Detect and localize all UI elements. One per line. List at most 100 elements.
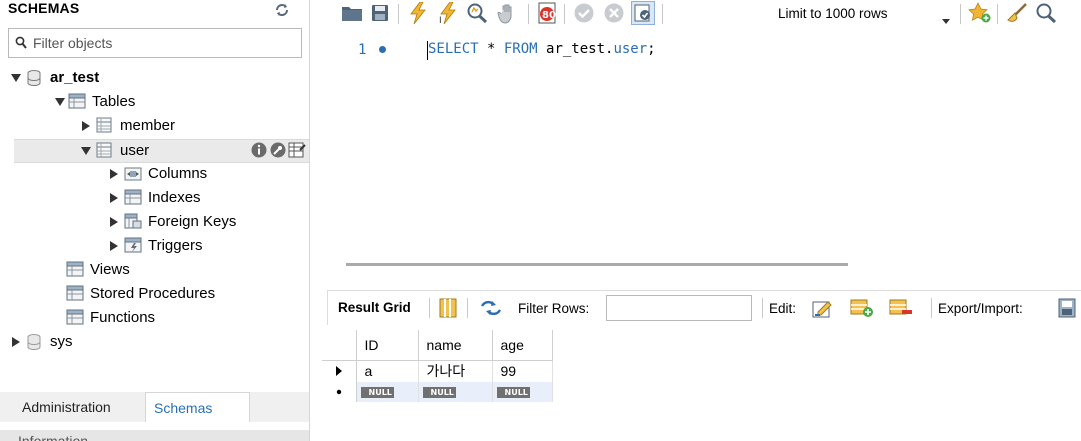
- horizontal-scrollbar[interactable]: [346, 263, 848, 266]
- column-header-label: name: [426, 336, 462, 353]
- database-icon: [26, 69, 44, 87]
- tree-item-views[interactable]: Views: [66, 258, 130, 282]
- tree-item-functions[interactable]: Functions: [66, 306, 155, 330]
- toolbar-separator: [997, 4, 998, 24]
- collapsed-arrow-icon[interactable]: [108, 186, 120, 210]
- autocommit-icon[interactable]: [631, 1, 655, 25]
- save-icon[interactable]: [368, 1, 392, 25]
- schema-sys[interactable]: sys: [10, 330, 73, 354]
- collapsed-arrow-icon[interactable]: [108, 234, 120, 258]
- database-icon: [26, 333, 44, 351]
- tree-item-columns[interactable]: Columns: [108, 162, 207, 186]
- collapsed-arrow-icon[interactable]: [108, 162, 120, 186]
- result-toolbar: Result Grid Filter Rows: Edit: Export/Im…: [327, 290, 1081, 325]
- open-folder-icon[interactable]: [340, 1, 364, 25]
- collapsed-arrow-icon[interactable]: [108, 210, 120, 234]
- null-badge: NULL: [422, 387, 456, 398]
- information-panel-header[interactable]: Information: [0, 430, 309, 441]
- navigator-tabs: Administration Schemas: [0, 392, 309, 422]
- tab-administration[interactable]: Administration: [14, 392, 119, 422]
- null-badge: NULL: [496, 387, 530, 398]
- schema-ar-test[interactable]: ar_test: [10, 66, 99, 90]
- result-grid-tab[interactable]: Result Grid: [338, 300, 411, 315]
- sql-editor[interactable]: 1 SELECT * FROM ar_test.user;: [322, 28, 1081, 266]
- tree-item-indexes[interactable]: Indexes: [108, 186, 201, 210]
- execute-current-icon[interactable]: I: [436, 1, 460, 25]
- navigator-header: SCHEMAS: [0, 0, 309, 24]
- column-header-label: ID: [364, 336, 379, 353]
- wrench-icon[interactable]: [269, 141, 287, 159]
- collapsed-arrow-icon[interactable]: [10, 330, 22, 354]
- rollback-icon[interactable]: [602, 1, 626, 25]
- statement-marker-icon: [379, 46, 386, 53]
- toolbar-separator: [564, 4, 565, 24]
- export-icon[interactable]: [1058, 298, 1080, 318]
- collapsed-arrow-icon[interactable]: [80, 114, 92, 138]
- filter-rows-label: Filter Rows:: [518, 301, 590, 316]
- filter-rows-icon[interactable]: [478, 298, 506, 318]
- tree-item-foreign-keys[interactable]: Foreign Keys: [108, 210, 236, 234]
- toggle-error-icon[interactable]: 80: [536, 1, 560, 25]
- svg-text:I: I: [439, 16, 442, 24]
- code-line[interactable]: SELECT * FROM ar_test.user;: [428, 41, 656, 57]
- edit-row-icon[interactable]: [812, 298, 834, 318]
- table-header-row: ID name age: [322, 330, 553, 361]
- tree-item-table-user[interactable]: user: [80, 139, 149, 163]
- navigator-title: SCHEMAS: [8, 0, 80, 16]
- result-grid[interactable]: ID name age a 가나다 99 NULL NULL NULL: [322, 330, 1081, 441]
- cell-name[interactable]: 가나다: [418, 360, 493, 382]
- tables-folder-icon: [68, 93, 86, 111]
- grid-layout-icon[interactable]: [439, 298, 461, 318]
- execute-icon[interactable]: [406, 1, 430, 25]
- expanded-arrow-icon[interactable]: [54, 90, 66, 114]
- sql-schema-ref: ar_test.: [537, 41, 614, 57]
- column-header-id[interactable]: ID: [356, 330, 419, 361]
- expanded-arrow-icon[interactable]: [10, 66, 22, 90]
- column-header-name[interactable]: name: [418, 330, 493, 361]
- edit-label: Edit:: [769, 301, 797, 316]
- current-row-arrow-icon[interactable]: [322, 360, 357, 382]
- tab-schemas[interactable]: Schemas: [145, 392, 250, 422]
- info-icon[interactable]: [250, 141, 268, 159]
- chevron-down-icon[interactable]: [942, 11, 950, 28]
- functions-icon: [66, 309, 84, 327]
- commit-icon[interactable]: [572, 1, 596, 25]
- null-badge: NULL: [360, 387, 394, 398]
- limit-rows-select[interactable]: Limit to 1000 rows: [772, 1, 920, 27]
- tree-item-label: Tables: [92, 93, 136, 110]
- table-row[interactable]: a 가나다 99: [322, 360, 553, 382]
- filter-objects-box: [8, 28, 302, 58]
- new-row[interactable]: NULL NULL NULL: [322, 382, 553, 402]
- explain-icon[interactable]: [465, 1, 489, 25]
- svg-text:80: 80: [542, 10, 556, 21]
- tree-item-triggers[interactable]: Triggers: [108, 234, 202, 258]
- toolbar-separator: [429, 298, 430, 318]
- add-row-icon[interactable]: [850, 298, 873, 318]
- tree-item-stored-procedures[interactable]: Stored Procedures: [66, 282, 215, 306]
- beautify-icon[interactable]: [1005, 1, 1029, 25]
- column-header-age[interactable]: age: [492, 330, 553, 361]
- add-snippet-star-icon[interactable]: [968, 1, 992, 25]
- cell-age-new[interactable]: NULL: [492, 382, 553, 402]
- expanded-arrow-icon[interactable]: [80, 139, 92, 163]
- cell-id[interactable]: a: [356, 360, 419, 382]
- tree-item-tables[interactable]: Tables: [54, 90, 135, 114]
- cell-age[interactable]: 99: [492, 360, 553, 382]
- tree-item-label: Views: [90, 261, 130, 278]
- filter-rows-input[interactable]: [606, 295, 752, 321]
- cell-value: a: [364, 363, 373, 380]
- cell-name-new[interactable]: NULL: [418, 382, 493, 402]
- columns-icon: [124, 165, 142, 183]
- stop-icon[interactable]: [496, 1, 520, 25]
- sql-table-name: user: [613, 41, 648, 57]
- tree-item-table-member[interactable]: member: [80, 114, 175, 138]
- cell-id-new[interactable]: NULL: [356, 382, 419, 402]
- export-import-label: Export/Import:: [938, 301, 1023, 316]
- table-data-icon[interactable]: [288, 141, 306, 159]
- filter-objects-input[interactable]: [33, 32, 295, 54]
- refresh-icon[interactable]: [274, 3, 290, 17]
- search-icon: [15, 36, 27, 53]
- delete-row-icon[interactable]: [889, 298, 912, 318]
- cell-value: 99: [500, 363, 517, 380]
- find-replace-icon[interactable]: [1034, 1, 1058, 25]
